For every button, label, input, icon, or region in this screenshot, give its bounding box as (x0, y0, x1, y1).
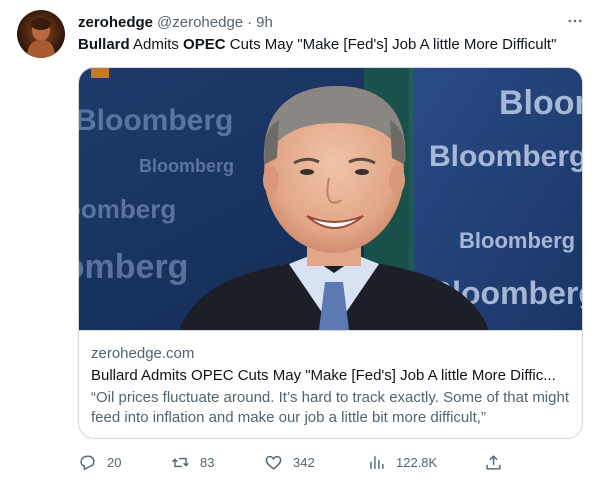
handle[interactable]: @zerohedge (157, 14, 243, 31)
avatar[interactable] (17, 10, 65, 58)
reply-button[interactable]: 20 (78, 450, 121, 474)
separator-dot: · (247, 13, 253, 31)
share-button[interactable] (484, 450, 503, 474)
reply-count: 20 (107, 454, 122, 470)
tweet-header: zerohedge @zerohedge · 9h (78, 12, 273, 32)
bg-logo-6: Bloomberg (429, 140, 583, 173)
card-photo: Bloomberg Bloomberg Bloomberg Bloomberg … (79, 68, 583, 330)
tweet[interactable]: zerohedge @zerohedge · 9h Bullard Admits… (0, 0, 603, 485)
tweet-text-bold-1: Bullard (78, 36, 130, 53)
display-name[interactable]: zerohedge (78, 14, 153, 31)
bg-logo-2: Bloomberg (139, 156, 234, 176)
card-meta[interactable]: zerohedge.com Bullard Admits OPEC Cuts M… (79, 330, 582, 438)
like-count: 342 (293, 454, 315, 470)
reply-icon (80, 454, 95, 470)
like-icon (265, 455, 282, 470)
bg-logo-7: Bloomberg (459, 228, 575, 253)
tweet-text-bold-2: OPEC (183, 36, 226, 53)
like-button[interactable]: 342 (264, 450, 315, 474)
tweet-text-part-2: Admits (129, 36, 184, 53)
card-title: Bullard Admits OPEC Cuts May "Make [Fed'… (91, 367, 556, 384)
retweet-icon (172, 457, 189, 467)
card-description: “Oil prices fluctuate around. It’s hard … (91, 389, 569, 426)
bg-logo-1: Bloomberg (79, 104, 233, 137)
card-image[interactable]: Bloomberg Bloomberg Bloomberg Bloomberg … (79, 68, 583, 330)
card-domain: zerohedge.com (91, 345, 195, 362)
bg-logo-5: Bloomberg (499, 84, 583, 122)
views-count: 122.8K (396, 454, 438, 470)
views-button[interactable]: 122.8K (367, 450, 437, 474)
more-icon[interactable] (564, 10, 586, 32)
share-icon (486, 454, 501, 470)
retweet-button[interactable]: 83 (171, 450, 214, 474)
tweet-text: Bullard Admits OPEC Cuts May "Make [Fed'… (78, 35, 556, 55)
retweet-count: 83 (200, 454, 215, 470)
views-icon (370, 455, 384, 469)
bg-logo-3: Bloomberg (79, 194, 176, 224)
timestamp[interactable]: 9h (256, 14, 273, 31)
action-bar: 20 83 342 122.8K (78, 450, 508, 474)
link-card[interactable]: Bloomberg Bloomberg Bloomberg Bloomberg … (78, 67, 583, 439)
bg-logo-4: Bloomberg (79, 248, 188, 286)
tweet-text-part-4: Cuts May "Make [Fed's] Job A little More… (225, 36, 557, 53)
